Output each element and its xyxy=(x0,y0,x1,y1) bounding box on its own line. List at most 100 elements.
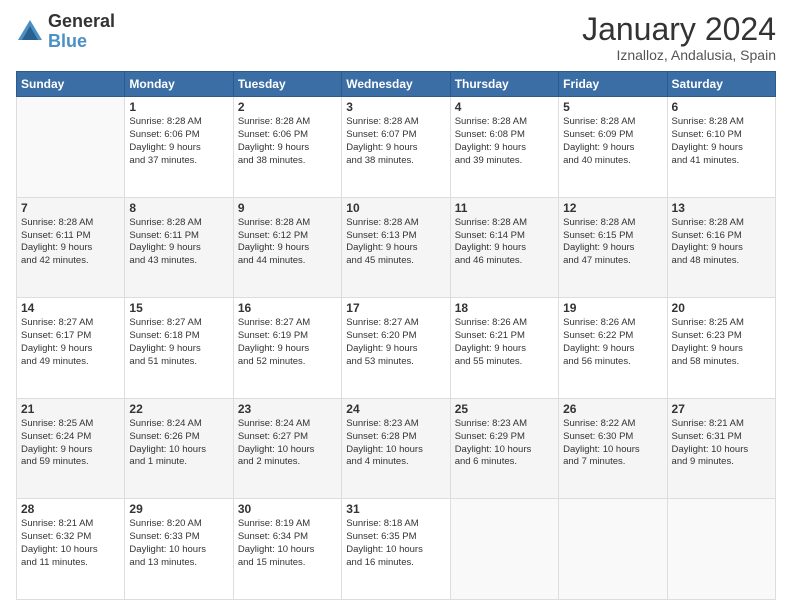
logo-text: General Blue xyxy=(48,12,115,52)
calendar-cell: 31Sunrise: 8:18 AM Sunset: 6:35 PM Dayli… xyxy=(342,499,450,600)
calendar-week-5: 28Sunrise: 8:21 AM Sunset: 6:32 PM Dayli… xyxy=(17,499,776,600)
calendar-cell: 28Sunrise: 8:21 AM Sunset: 6:32 PM Dayli… xyxy=(17,499,125,600)
calendar-cell: 13 Sunrise: 8:28 AM Sunset: 6:16 PM Dayli… xyxy=(667,197,775,298)
day-number: 22 xyxy=(129,402,228,416)
day-number: 29 xyxy=(129,502,228,516)
header: General Blue January 2024 Iznalloz, Anda… xyxy=(16,12,776,63)
calendar-cell: 21Sunrise: 8:25 AM Sunset: 6:24 PM Dayli… xyxy=(17,398,125,499)
calendar-header: SundayMondayTuesdayWednesdayThursdayFrid… xyxy=(17,72,776,97)
day-info: Sunrise: 8:25 AM Sunset: 6:23 PM Dayligh… xyxy=(672,317,771,368)
day-number: 24 xyxy=(346,402,445,416)
day-info: Sunrise: 8:23 AM Sunset: 6:28 PM Dayligh… xyxy=(346,418,445,469)
day-number: 15 xyxy=(129,301,228,315)
calendar-cell xyxy=(17,97,125,198)
calendar-cell: 9Sunrise: 8:28 AM Sunset: 6:12 PM Daylig… xyxy=(233,197,341,298)
day-info: Sunrise: 8:28 AM Sunset: 6:06 PM Dayligh… xyxy=(238,116,337,167)
title-block: January 2024 Iznalloz, Andalusia, Spain xyxy=(582,12,776,63)
day-number: 9 xyxy=(238,201,337,215)
day-info: Sunrise: 8:28 AM Sunset: 6:09 PM Dayligh… xyxy=(563,116,662,167)
calendar-cell xyxy=(450,499,558,600)
day-info: Sunrise: 8:21 AM Sunset: 6:31 PM Dayligh… xyxy=(672,418,771,469)
day-info: Sunrise: 8:28 AM Sunset: 6:06 PM Dayligh… xyxy=(129,116,228,167)
calendar-cell: 11Sunrise: 8:28 AM Sunset: 6:14 PM Dayli… xyxy=(450,197,558,298)
calendar-body: 1 Sunrise: 8:28 AM Sunset: 6:06 PM Daylig… xyxy=(17,97,776,600)
col-header-tuesday: Tuesday xyxy=(233,72,341,97)
day-number: 18 xyxy=(455,301,554,315)
day-info: Sunrise: 8:28 AM Sunset: 6:11 PM Dayligh… xyxy=(129,217,228,268)
day-number: 19 xyxy=(563,301,662,315)
day-info: Sunrise: 8:27 AM Sunset: 6:19 PM Dayligh… xyxy=(238,317,337,368)
day-info: Sunrise: 8:27 AM Sunset: 6:18 PM Dayligh… xyxy=(129,317,228,368)
calendar-cell: 16 Sunrise: 8:27 AM Sunset: 6:19 PM Dayli… xyxy=(233,298,341,399)
day-info: Sunrise: 8:26 AM Sunset: 6:22 PM Dayligh… xyxy=(563,317,662,368)
calendar-week-3: 14 Sunrise: 8:27 AM Sunset: 6:17 PM Dayli… xyxy=(17,298,776,399)
col-header-saturday: Saturday xyxy=(667,72,775,97)
day-info: Sunrise: 8:24 AM Sunset: 6:27 PM Dayligh… xyxy=(238,418,337,469)
calendar-cell: 7 Sunrise: 8:28 AM Sunset: 6:11 PM Daylig… xyxy=(17,197,125,298)
calendar-cell xyxy=(559,499,667,600)
day-number: 6 xyxy=(672,100,771,114)
calendar-cell: 3Sunrise: 8:28 AM Sunset: 6:07 PM Daylig… xyxy=(342,97,450,198)
col-header-friday: Friday xyxy=(559,72,667,97)
day-number: 8 xyxy=(129,201,228,215)
calendar-cell: 10 Sunrise: 8:28 AM Sunset: 6:13 PM Dayli… xyxy=(342,197,450,298)
day-info: Sunrise: 8:19 AM Sunset: 6:34 PM Dayligh… xyxy=(238,518,337,569)
calendar-cell: 25 Sunrise: 8:23 AM Sunset: 6:29 PM Dayli… xyxy=(450,398,558,499)
calendar-cell: 18 Sunrise: 8:26 AM Sunset: 6:21 PM Dayli… xyxy=(450,298,558,399)
page: General Blue January 2024 Iznalloz, Anda… xyxy=(0,0,792,612)
calendar-cell: 4Sunrise: 8:28 AM Sunset: 6:08 PM Daylig… xyxy=(450,97,558,198)
logo-general: General xyxy=(48,12,115,32)
day-info: Sunrise: 8:28 AM Sunset: 6:10 PM Dayligh… xyxy=(672,116,771,167)
day-info: Sunrise: 8:28 AM Sunset: 6:13 PM Dayligh… xyxy=(346,217,445,268)
day-info: Sunrise: 8:23 AM Sunset: 6:29 PM Dayligh… xyxy=(455,418,554,469)
subtitle: Iznalloz, Andalusia, Spain xyxy=(582,47,776,63)
day-number: 7 xyxy=(21,201,120,215)
calendar-cell: 14 Sunrise: 8:27 AM Sunset: 6:17 PM Dayli… xyxy=(17,298,125,399)
calendar-cell: 27 Sunrise: 8:21 AM Sunset: 6:31 PM Dayli… xyxy=(667,398,775,499)
calendar-cell: 17 Sunrise: 8:27 AM Sunset: 6:20 PM Dayli… xyxy=(342,298,450,399)
header-row: SundayMondayTuesdayWednesdayThursdayFrid… xyxy=(17,72,776,97)
day-info: Sunrise: 8:27 AM Sunset: 6:17 PM Dayligh… xyxy=(21,317,120,368)
calendar-cell: 2 Sunrise: 8:28 AM Sunset: 6:06 PM Daylig… xyxy=(233,97,341,198)
day-number: 13 xyxy=(672,201,771,215)
day-number: 16 xyxy=(238,301,337,315)
day-info: Sunrise: 8:21 AM Sunset: 6:32 PM Dayligh… xyxy=(21,518,120,569)
calendar-cell: 12Sunrise: 8:28 AM Sunset: 6:15 PM Dayli… xyxy=(559,197,667,298)
day-info: Sunrise: 8:18 AM Sunset: 6:35 PM Dayligh… xyxy=(346,518,445,569)
day-info: Sunrise: 8:20 AM Sunset: 6:33 PM Dayligh… xyxy=(129,518,228,569)
day-number: 20 xyxy=(672,301,771,315)
day-info: Sunrise: 8:26 AM Sunset: 6:21 PM Dayligh… xyxy=(455,317,554,368)
logo-blue: Blue xyxy=(48,32,115,52)
day-number: 25 xyxy=(455,402,554,416)
day-number: 1 xyxy=(129,100,228,114)
calendar-cell: 5Sunrise: 8:28 AM Sunset: 6:09 PM Daylig… xyxy=(559,97,667,198)
day-info: Sunrise: 8:27 AM Sunset: 6:20 PM Dayligh… xyxy=(346,317,445,368)
calendar-cell xyxy=(667,499,775,600)
calendar-cell: 24 Sunrise: 8:23 AM Sunset: 6:28 PM Dayli… xyxy=(342,398,450,499)
day-info: Sunrise: 8:28 AM Sunset: 6:07 PM Dayligh… xyxy=(346,116,445,167)
calendar-cell: 22Sunrise: 8:24 AM Sunset: 6:26 PM Dayli… xyxy=(125,398,233,499)
day-number: 2 xyxy=(238,100,337,114)
calendar-cell: 6 Sunrise: 8:28 AM Sunset: 6:10 PM Daylig… xyxy=(667,97,775,198)
col-header-thursday: Thursday xyxy=(450,72,558,97)
day-number: 10 xyxy=(346,201,445,215)
day-number: 17 xyxy=(346,301,445,315)
day-number: 12 xyxy=(563,201,662,215)
day-info: Sunrise: 8:28 AM Sunset: 6:08 PM Dayligh… xyxy=(455,116,554,167)
calendar-week-2: 7 Sunrise: 8:28 AM Sunset: 6:11 PM Daylig… xyxy=(17,197,776,298)
calendar-table: SundayMondayTuesdayWednesdayThursdayFrid… xyxy=(16,71,776,600)
main-title: January 2024 xyxy=(582,12,776,47)
calendar-cell: 29 Sunrise: 8:20 AM Sunset: 6:33 PM Dayli… xyxy=(125,499,233,600)
day-number: 27 xyxy=(672,402,771,416)
calendar-cell: 20 Sunrise: 8:25 AM Sunset: 6:23 PM Dayli… xyxy=(667,298,775,399)
day-info: Sunrise: 8:25 AM Sunset: 6:24 PM Dayligh… xyxy=(21,418,120,469)
day-info: Sunrise: 8:28 AM Sunset: 6:11 PM Dayligh… xyxy=(21,217,120,268)
calendar-cell: 30 Sunrise: 8:19 AM Sunset: 6:34 PM Dayli… xyxy=(233,499,341,600)
day-number: 30 xyxy=(238,502,337,516)
day-number: 14 xyxy=(21,301,120,315)
day-info: Sunrise: 8:28 AM Sunset: 6:16 PM Dayligh… xyxy=(672,217,771,268)
calendar-cell: 15 Sunrise: 8:27 AM Sunset: 6:18 PM Dayli… xyxy=(125,298,233,399)
day-number: 26 xyxy=(563,402,662,416)
calendar-cell: 8 Sunrise: 8:28 AM Sunset: 6:11 PM Daylig… xyxy=(125,197,233,298)
logo: General Blue xyxy=(16,12,115,52)
